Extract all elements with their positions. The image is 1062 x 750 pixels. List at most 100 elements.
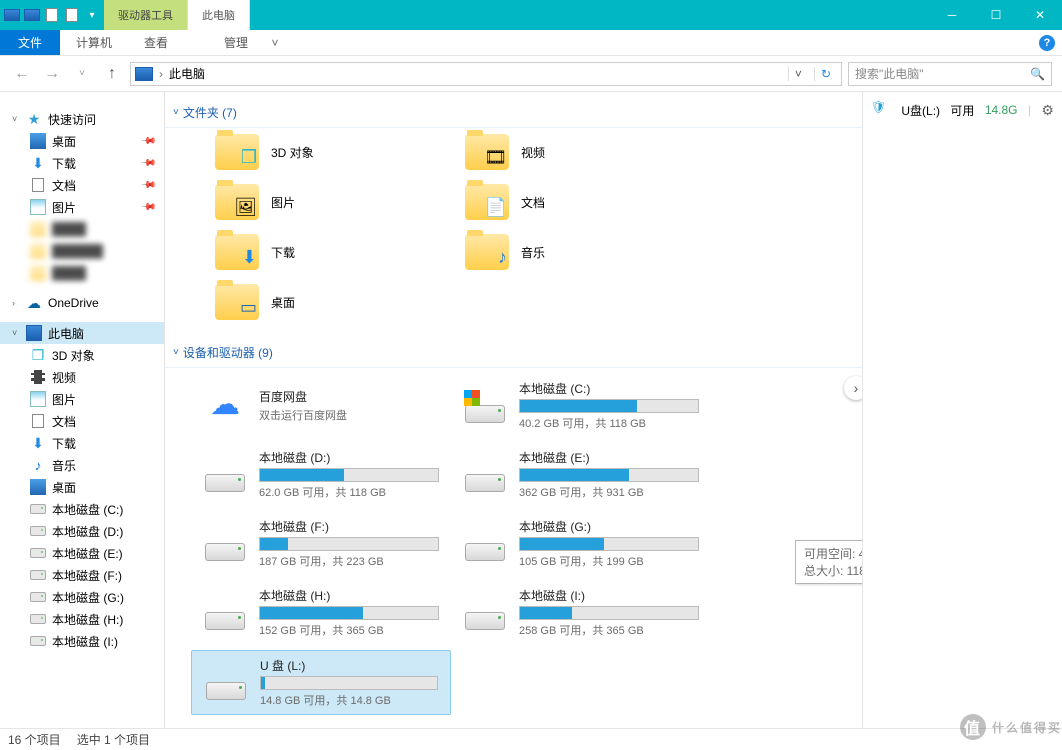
ribbon-collapse-icon[interactable]: ˅ (264, 30, 286, 55)
usage-bar (519, 468, 699, 482)
drive-item[interactable]: U 盘 (L:)14.8 GB 可用，共 14.8 GB (191, 650, 451, 715)
sidebar-item-drive-c[interactable]: 本地磁盘 (C:) (0, 498, 164, 520)
computer-tab[interactable]: 计算机 (60, 30, 128, 55)
hdd-icon (205, 543, 245, 561)
contextual-tab-drivetools[interactable]: 驱动器工具 (104, 0, 188, 30)
forward-button[interactable]: → (40, 62, 64, 86)
sidebar-quick-downloads[interactable]: ⬇下载📌 (0, 152, 164, 174)
folder-item-desktop[interactable]: ▭桌面 (215, 284, 465, 320)
sidebar-item-hidden[interactable]: ██████ (0, 240, 164, 262)
thispc-icon (26, 325, 42, 341)
download-icon: ⬇ (30, 435, 46, 451)
sidebar-label: 本地磁盘 (I:) (52, 633, 118, 650)
sidebar-item-hidden[interactable]: ████ (0, 262, 164, 284)
scroll-right-button[interactable]: › (844, 376, 862, 400)
folder-item-documents[interactable]: 📄文档 (465, 184, 715, 220)
drive-free: 14.8 GB 可用，共 14.8 GB (260, 692, 438, 708)
sidebar-label: 下载 (52, 435, 76, 452)
usage-bar (259, 468, 439, 482)
sidebar-item-hidden[interactable]: ████ (0, 218, 164, 240)
folder-item-pictures[interactable]: 🖼图片 (215, 184, 465, 220)
manage-tab[interactable]: 管理 (208, 30, 264, 55)
close-button[interactable]: ✕ (1018, 0, 1062, 30)
onedrive-icon: ☁ (26, 295, 42, 311)
folder-item-music[interactable]: ♪音乐 (465, 234, 715, 270)
folder-item-3d[interactable]: ❒3D 对象 (215, 134, 465, 170)
sidebar-label: 本地磁盘 (D:) (52, 523, 123, 540)
sidebar-item-drive-g[interactable]: 本地磁盘 (G:) (0, 586, 164, 608)
drive-item[interactable]: 本地磁盘 (E:)362 GB 可用，共 931 GB (451, 443, 711, 506)
section-header-folders[interactable]: ˅ 文件夹 (7) (165, 98, 862, 128)
drive-name: 本地磁盘 (H:) (259, 587, 439, 604)
back-button[interactable]: ← (10, 62, 34, 86)
pictures-icon (30, 199, 46, 215)
drive-item[interactable]: 本地磁盘 (D:)62.0 GB 可用，共 118 GB (191, 443, 451, 506)
thispc-icon (135, 67, 153, 81)
sidebar-quick-documents[interactable]: 文档📌 (0, 174, 164, 196)
sidebar-item-drive-f[interactable]: 本地磁盘 (F:) (0, 564, 164, 586)
sidebar-item-drive-i[interactable]: 本地磁盘 (I:) (0, 630, 164, 652)
music-icon: ♪ (30, 457, 46, 473)
address-field[interactable]: › 此电脑 ˅ ↻ (130, 62, 842, 86)
hdd-icon (206, 682, 246, 700)
sidebar-label: 桌面 (52, 479, 76, 496)
section-title: 文件夹 (7) (183, 104, 237, 121)
help-button[interactable]: ? (1032, 30, 1062, 55)
document-icon (30, 177, 46, 193)
pin-icon: 📌 (139, 133, 156, 150)
drive-item[interactable]: 本地磁盘 (I:)258 GB 可用，共 365 GB (451, 581, 711, 644)
file-tab[interactable]: 文件 (0, 30, 60, 55)
folder-item-downloads[interactable]: ⬇下载 (215, 234, 465, 270)
breadcrumb-location[interactable]: 此电脑 (169, 65, 205, 82)
sidebar-item-music[interactable]: ♪音乐 (0, 454, 164, 476)
refresh-button[interactable]: ↻ (814, 67, 837, 81)
drive-item[interactable]: 本地磁盘 (H:)152 GB 可用，共 365 GB (191, 581, 451, 644)
detail-avail-label: 可用 (950, 102, 974, 119)
sidebar-quick-access[interactable]: ˅★ 快速访问 (0, 108, 164, 130)
drive-icon (30, 611, 46, 627)
qat-dropdown-icon[interactable]: ▾ (84, 7, 100, 23)
status-selected-count: 选中 1 个项目 (77, 731, 150, 748)
drive-icon (30, 523, 46, 539)
sidebar-onedrive[interactable]: ›☁OneDrive (0, 292, 164, 314)
search-box[interactable]: 搜索"此电脑" 🔍 (848, 62, 1052, 86)
drive-item[interactable]: 本地磁盘 (C:)40.2 GB 可用，共 118 GB (451, 374, 711, 437)
sidebar-item-videos[interactable]: 视频 (0, 366, 164, 388)
address-dropdown-icon[interactable]: ˅ (788, 67, 808, 81)
drive-icon (30, 501, 46, 517)
sidebar-label: 图片 (52, 391, 76, 408)
maximize-button[interactable]: ☐ (974, 0, 1018, 30)
sidebar-quick-desktop[interactable]: 桌面📌 (0, 130, 164, 152)
drive-item[interactable]: 本地磁盘 (G:)105 GB 可用，共 199 GB (451, 512, 711, 575)
view-tab[interactable]: 查看 (128, 30, 184, 55)
drive-name: 本地磁盘 (I:) (519, 587, 699, 604)
gear-icon[interactable]: ⚙ (1041, 102, 1054, 119)
section-header-drives[interactable]: ˅ 设备和驱动器 (9) (165, 338, 862, 368)
sidebar-item-desktop[interactable]: 桌面 (0, 476, 164, 498)
recent-dropdown-icon[interactable]: ˅ (70, 62, 94, 86)
sidebar-item-downloads[interactable]: ⬇ 下载 (0, 432, 164, 454)
drive-item-baidu[interactable]: ☁ 百度网盘 双击运行百度网盘 (191, 374, 451, 437)
details-pane: 🛡 U盘(L:) 可用 14.8G | ⚙ (862, 92, 1062, 728)
drive-item[interactable]: 本地磁盘 (F:)187 GB 可用，共 223 GB (191, 512, 451, 575)
search-placeholder: 搜索"此电脑" (855, 65, 924, 82)
qat-item[interactable] (64, 7, 80, 23)
sidebar-quick-pictures[interactable]: 图片📌 (0, 196, 164, 218)
ribbon-menubar: 文件 计算机 查看 管理 ˅ ? (0, 30, 1062, 56)
qat-item[interactable] (24, 7, 40, 23)
sidebar-item-drive-h[interactable]: 本地磁盘 (H:) (0, 608, 164, 630)
sidebar-item-drive-e[interactable]: 本地磁盘 (E:) (0, 542, 164, 564)
sidebar-item-documents[interactable]: 文档 (0, 410, 164, 432)
up-button[interactable]: ↑ (100, 62, 124, 86)
hdd-icon (465, 474, 505, 492)
hdd-icon (205, 612, 245, 630)
minimize-button[interactable]: ─ (930, 0, 974, 30)
drive-name: 本地磁盘 (C:) (519, 380, 699, 397)
sidebar-label: 图片 (52, 199, 76, 216)
folder-item-videos[interactable]: 🎞视频 (465, 134, 715, 170)
sidebar-item-3d[interactable]: ❒3D 对象 (0, 344, 164, 366)
sidebar-thispc[interactable]: ˅此电脑 (0, 322, 164, 344)
sidebar-item-drive-d[interactable]: 本地磁盘 (D:) (0, 520, 164, 542)
sidebar-item-pictures[interactable]: 图片 (0, 388, 164, 410)
qat-item[interactable] (44, 7, 60, 23)
